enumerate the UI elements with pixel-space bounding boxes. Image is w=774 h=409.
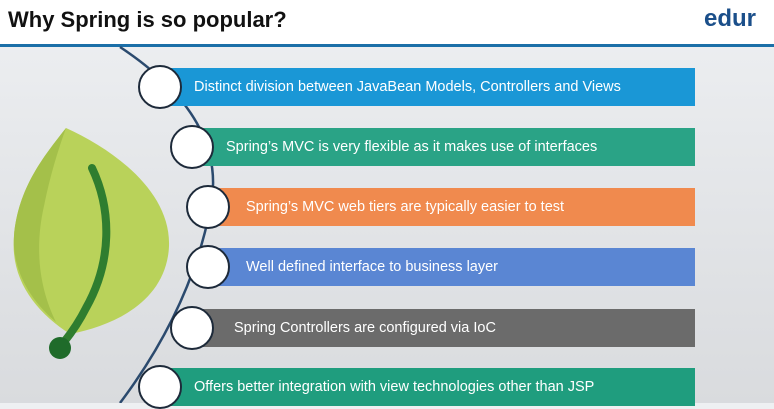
point-bar-4: Well defined interface to business layer — [208, 248, 695, 286]
point-bubble-3 — [186, 185, 230, 229]
point-bubble-4 — [186, 245, 230, 289]
point-text-4: Well defined interface to business layer — [246, 259, 499, 275]
point-bubble-1 — [138, 65, 182, 109]
point-text-5: Spring Controllers are configured via Io… — [234, 320, 496, 336]
point-bar-5: Spring Controllers are configured via Io… — [192, 309, 695, 347]
stem-dot-icon — [49, 337, 71, 359]
point-bar-3: Spring’s MVC web tiers are typically eas… — [208, 188, 695, 226]
point-bubble-6 — [138, 365, 182, 409]
point-bubble-2 — [170, 125, 214, 169]
point-text-6: Offers better integration with view tech… — [194, 379, 595, 395]
point-text-3: Spring’s MVC web tiers are typically eas… — [246, 199, 565, 215]
point-bar-2: Spring’s MVC is very flexible as it make… — [192, 128, 695, 166]
point-bar-1: Distinct division between JavaBean Model… — [160, 68, 695, 106]
point-text-1: Distinct division between JavaBean Model… — [194, 79, 621, 95]
point-bar-6: Offers better integration with view tech… — [160, 368, 695, 406]
point-bubble-5 — [170, 306, 214, 350]
point-text-2: Spring’s MVC is very flexible as it make… — [226, 139, 598, 155]
